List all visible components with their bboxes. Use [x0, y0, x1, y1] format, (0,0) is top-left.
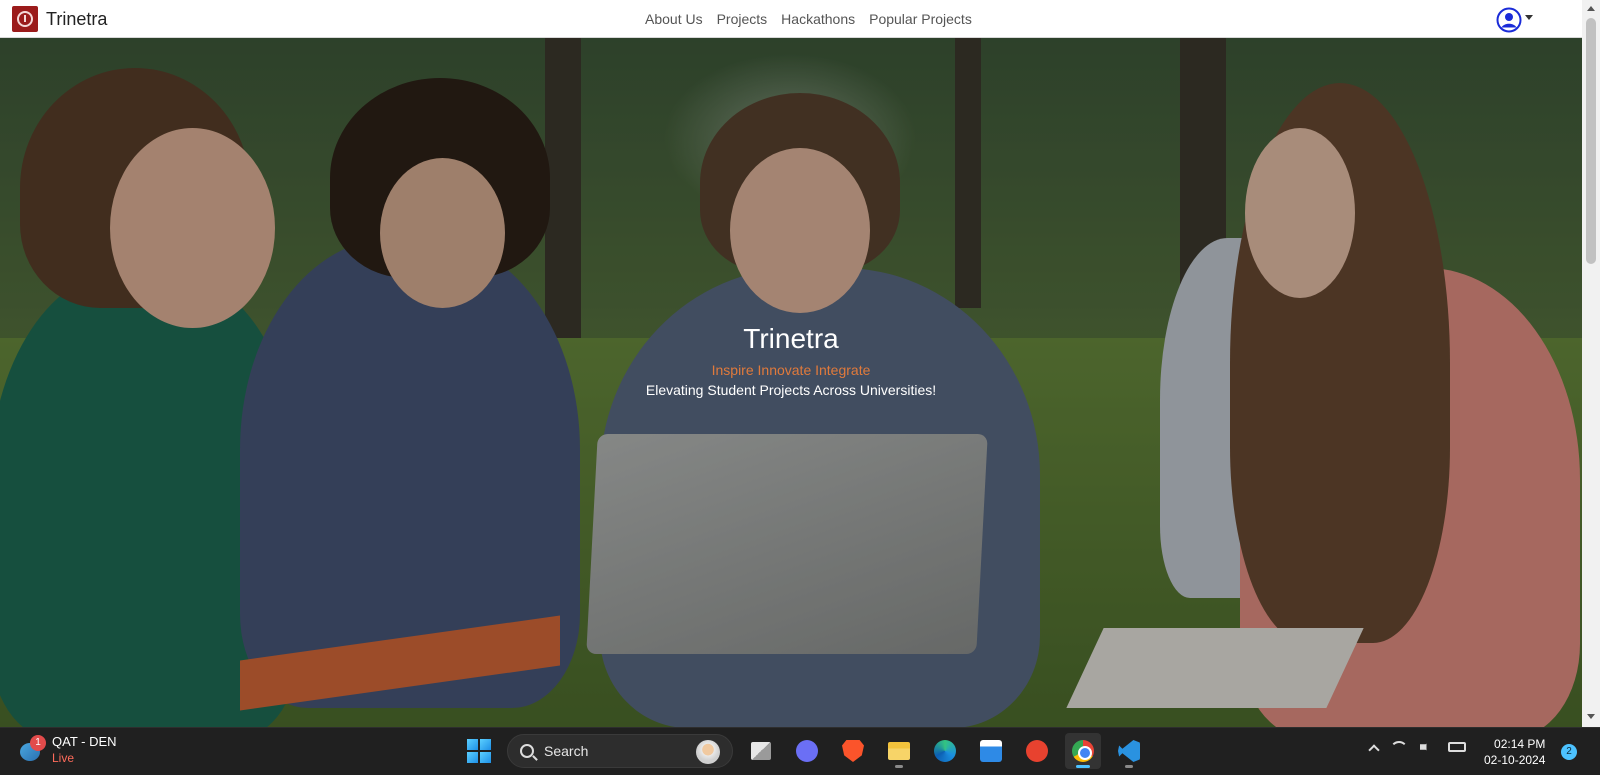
browser-page: Trinetra About Us Projects Hackathons Po…	[0, 0, 1600, 727]
wifi-icon[interactable]	[1390, 741, 1408, 753]
task-view-button[interactable]	[743, 733, 779, 769]
meet-icon	[796, 740, 818, 762]
wps-office-button[interactable]	[1019, 733, 1055, 769]
volume-icon[interactable]	[1420, 740, 1432, 754]
vscode-button[interactable]	[1111, 733, 1147, 769]
clock-time: 02:14 PM	[1494, 737, 1546, 751]
cricket-ball-icon: 1	[18, 735, 46, 763]
show-hidden-icons-icon[interactable]	[1368, 743, 1380, 756]
start-icon	[467, 739, 491, 763]
file-explorer-icon	[888, 742, 910, 760]
store-icon	[980, 740, 1002, 762]
clock[interactable]: 02:14 PM 02-10-2024	[1484, 736, 1545, 768]
hero-text: Trinetra Inspire Innovate Integrate Elev…	[0, 321, 1582, 399]
trinetra-logo-icon	[12, 6, 38, 32]
edge-icon	[934, 740, 956, 762]
battery-icon[interactable]	[1448, 742, 1466, 752]
vscode-icon	[1118, 740, 1140, 762]
taskbar-apps: Search	[461, 733, 1147, 769]
scrollbar-thumb[interactable]	[1586, 18, 1596, 264]
task-view-icon	[751, 742, 771, 760]
chrome-icon	[1072, 740, 1094, 762]
wps-office-icon	[1026, 740, 1048, 762]
search-label: Search	[544, 743, 589, 759]
hero-subtitle: Elevating Student Projects Across Univer…	[645, 382, 937, 398]
sports-widget[interactable]: 1 QAT - DEN Live	[18, 734, 117, 766]
start-button[interactable]	[461, 733, 497, 769]
navbar: Trinetra About Us Projects Hackathons Po…	[0, 0, 1582, 38]
nav-link-about-us[interactable]: About Us	[645, 11, 703, 27]
search-highlight-icon	[696, 740, 720, 764]
scroll-up-icon[interactable]	[1587, 6, 1595, 11]
nav-link-popular-projects[interactable]: Popular Projects	[869, 11, 972, 27]
nav-link-hackathons[interactable]: Hackathons	[781, 11, 855, 27]
nav-link-projects[interactable]: Projects	[717, 11, 768, 27]
taskbar-search[interactable]: Search	[507, 734, 733, 768]
brand-link[interactable]: Trinetra	[12, 6, 107, 32]
vertical-scrollbar[interactable]	[1582, 0, 1600, 727]
brave-icon	[842, 740, 864, 762]
widget-badge: 1	[30, 735, 46, 751]
meet-button[interactable]	[789, 733, 825, 769]
user-avatar-icon	[1496, 7, 1522, 33]
store-button[interactable]	[973, 733, 1009, 769]
file-explorer-button[interactable]	[881, 733, 917, 769]
scroll-down-icon[interactable]	[1587, 714, 1595, 719]
user-menu-toggle[interactable]	[1496, 7, 1533, 33]
edge-button[interactable]	[927, 733, 963, 769]
hero-section: Trinetra Inspire Innovate Integrate Elev…	[0, 38, 1582, 727]
taskbar: 1 QAT - DEN Live Search 02:14 PM 02-10-2…	[0, 727, 1600, 775]
chevron-down-icon	[1525, 14, 1533, 20]
hero-tagline: Inspire Innovate Integrate	[711, 362, 871, 378]
nav-links: About Us Projects Hackathons Popular Pro…	[645, 11, 972, 27]
hero-title: Trinetra	[743, 323, 839, 354]
widget-title: QAT - DEN	[52, 734, 117, 749]
brave-button[interactable]	[835, 733, 871, 769]
brand-name: Trinetra	[46, 8, 108, 29]
clock-date: 02-10-2024	[1484, 753, 1546, 767]
widget-status: Live	[52, 751, 75, 765]
notification-badge[interactable]: 2	[1561, 744, 1577, 760]
system-tray	[1368, 740, 1466, 756]
chrome-button[interactable]	[1065, 733, 1101, 769]
search-icon	[520, 744, 534, 758]
